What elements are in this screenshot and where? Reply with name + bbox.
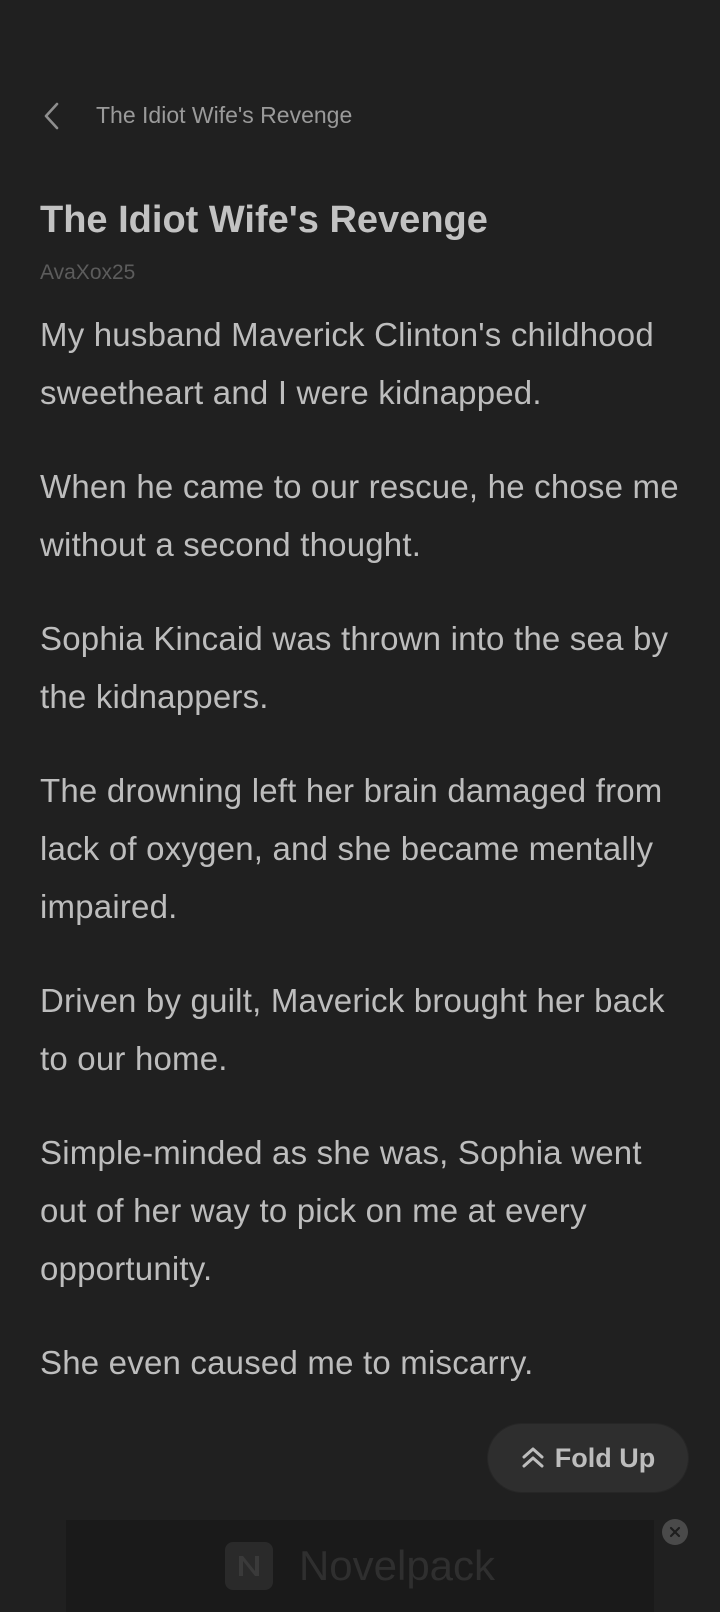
story-paragraph: My husband Maverick Clinton's childhood … [40, 316, 654, 411]
fold-up-label: Fold Up [554, 1442, 656, 1473]
author-name[interactable]: AvaXox25 [40, 258, 690, 288]
book-title: The Idiot Wife's Revenge [40, 199, 488, 241]
story-paragraph: When he came to our rescue, he chose me … [40, 468, 679, 563]
story-paragraph: The drowning left her brain damaged from… [40, 772, 663, 925]
top-bar: The Idiot Wife's Revenge [0, 0, 720, 160]
ad-brand-name: Novelpack [298, 1542, 496, 1589]
nav-title: The Idiot Wife's Revenge [96, 102, 353, 128]
double-chevron-up-icon [522, 1447, 544, 1468]
story-paragraph: She even caused me to miscarry. [40, 1344, 534, 1381]
fold-up-button[interactable]: Fold Up [488, 1424, 688, 1492]
novelpack-logo-icon [224, 1542, 273, 1590]
story-paragraph: Sophia Kincaid was thrown into the sea b… [40, 620, 669, 715]
story-paragraph: Simple-minded as she was, Sophia went ou… [40, 1134, 642, 1287]
close-icon [669, 1526, 681, 1538]
chevron-left-icon [44, 102, 59, 130]
ad-banner[interactable]: Novelpack [66, 1520, 654, 1612]
story-paragraph: Driven by guilt, Maverick brought her ba… [40, 982, 665, 1077]
ad-close-button[interactable] [662, 1519, 688, 1545]
back-button[interactable] [34, 94, 70, 138]
reader-content: The Idiot Wife's Revenge AvaXox25 My hus… [40, 190, 690, 1392]
